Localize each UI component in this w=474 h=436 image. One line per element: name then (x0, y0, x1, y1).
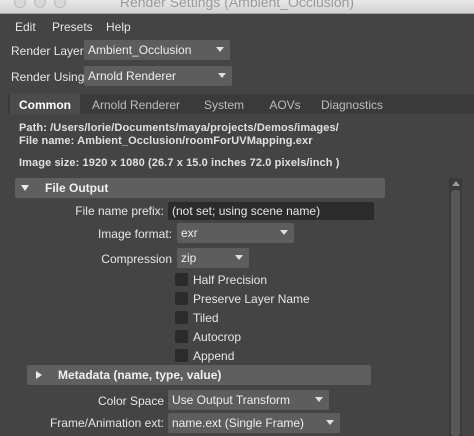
file-output-title: File Output (45, 181, 109, 195)
compression-label: Compression (101, 252, 172, 266)
chevron-down-icon (280, 230, 288, 235)
output-path: Path: /Users/lorie/Documents/maya/projec… (19, 122, 339, 134)
frame-animation-ext-value: name.ext (Single Frame) (172, 416, 305, 430)
preserve-layer-name-checkbox[interactable] (175, 292, 188, 305)
tiled-checkbox[interactable] (175, 311, 188, 324)
file-output-section-header[interactable]: File Output (15, 178, 385, 198)
autocrop-label: Autocrop (193, 330, 242, 344)
tab-strip: Common Arnold Renderer System AOVs Diagn… (8, 94, 474, 114)
append-label: Append (193, 349, 235, 363)
chevron-down-icon (326, 420, 334, 425)
append-checkbox[interactable] (175, 349, 188, 362)
render-layer-dropdown[interactable]: Ambient_Occlusion (84, 40, 230, 60)
chevron-down-icon (218, 73, 226, 78)
menu-edit[interactable]: Edit (15, 20, 36, 34)
preserve-layer-name-label: Preserve Layer Name (193, 292, 310, 306)
chevron-down-icon (315, 397, 323, 402)
title-bar: Render Settings (Ambient_Occlusion) (0, 0, 474, 14)
chevron-down-icon (235, 255, 243, 260)
file-name-prefix-input[interactable]: (not set; using scene name) (168, 202, 374, 220)
file-name-prefix-label: File name prefix: (75, 204, 164, 218)
tab-common[interactable]: Common (10, 94, 80, 114)
tab-system[interactable]: System (194, 94, 254, 114)
collapsed-arrow-icon (36, 371, 42, 379)
output-file-name: File name: Ambient_Occlusion/roomForUVMa… (19, 135, 313, 147)
render-layer-label: Render Layer (11, 44, 84, 58)
metadata-title: Metadata (name, type, value) (58, 368, 222, 382)
half-precision-label: Half Precision (193, 273, 268, 287)
image-format-label: Image format: (97, 227, 172, 241)
tab-aovs[interactable]: AOVs (260, 94, 310, 114)
autocrop-checkbox[interactable] (175, 330, 188, 343)
frame-animation-ext-label: Frame/Animation ext: (49, 416, 164, 430)
image-size-info: Image size: 1920 x 1080 (26.7 x 15.0 inc… (19, 157, 340, 169)
menu-help[interactable]: Help (106, 20, 131, 34)
compression-value: zip (181, 251, 197, 265)
half-precision-checkbox[interactable] (175, 273, 188, 286)
vertical-scrollbar[interactable] (449, 178, 462, 436)
compression-dropdown[interactable]: zip (177, 248, 249, 268)
color-space-dropdown[interactable]: Use Output Transform (168, 390, 329, 410)
metadata-section-header[interactable]: Metadata (name, type, value) (27, 365, 371, 385)
render-layer-value: Ambient_Occlusion (88, 43, 192, 57)
menu-presets[interactable]: Presets (52, 20, 93, 34)
scrollbar-thumb[interactable] (451, 190, 460, 436)
tab-arnold-renderer[interactable]: Arnold Renderer (84, 94, 188, 114)
frame-animation-ext-dropdown[interactable]: name.ext (Single Frame) (168, 413, 340, 433)
render-using-label: Render Using (11, 70, 85, 84)
expanded-arrow-icon (21, 185, 29, 191)
tab-diagnostics[interactable]: Diagnostics (314, 94, 390, 114)
window-title: Render Settings (Ambient_Occlusion) (119, 0, 355, 10)
tiled-label: Tiled (193, 311, 219, 325)
chevron-down-icon (216, 47, 224, 52)
image-format-dropdown[interactable]: exr (177, 223, 294, 243)
menu-bar: Edit Presets Help (0, 14, 474, 38)
render-using-dropdown[interactable]: Arnold Renderer (84, 66, 232, 86)
image-format-value: exr (181, 226, 198, 240)
color-space-label: Color Space (97, 394, 164, 408)
scroll-up-icon[interactable] (452, 181, 460, 186)
color-space-value: Use Output Transform (172, 393, 291, 407)
render-using-value: Arnold Renderer (88, 69, 177, 83)
